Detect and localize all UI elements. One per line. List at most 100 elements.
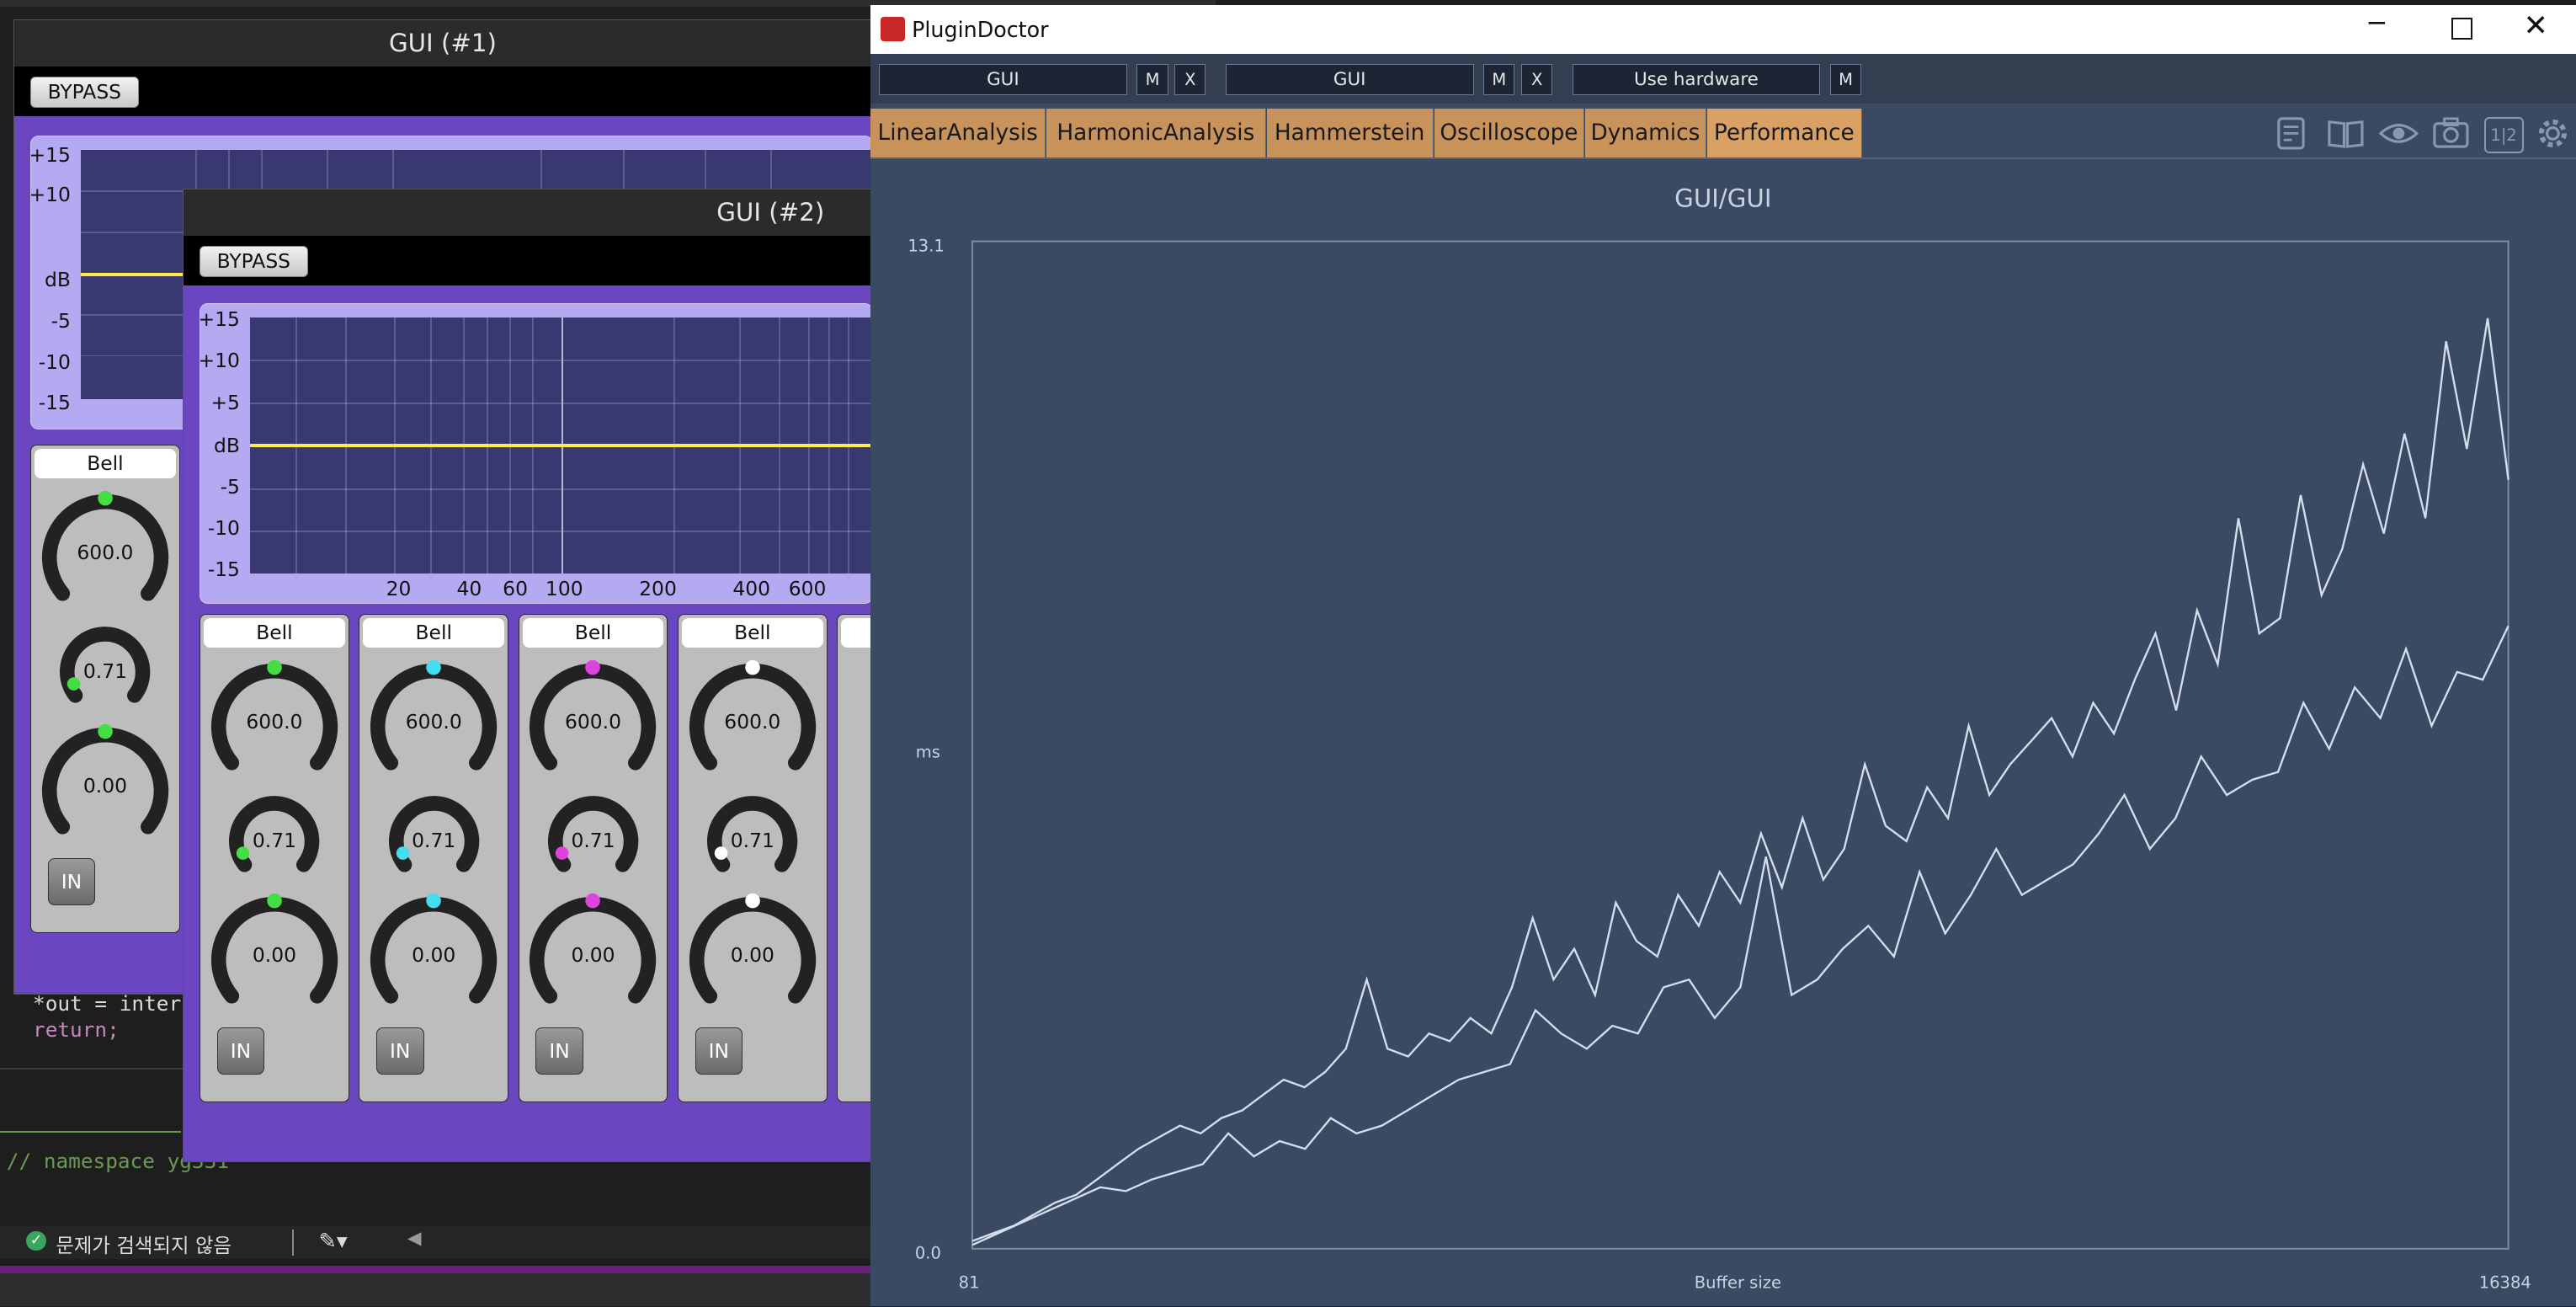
- gain-value: 0.00: [82, 774, 127, 798]
- q-value: 0.71: [730, 828, 774, 852]
- tab-oscilloscope[interactable]: Oscilloscope: [1434, 108, 1585, 158]
- gui-window-2[interactable]: GUI (#2) BYPASS +15 +10 +5 dB -5 -10 -15…: [182, 189, 1358, 1162]
- gain-value: 0.00: [730, 943, 774, 968]
- camera-icon[interactable]: [2431, 114, 2471, 153]
- q-value: 0.71: [82, 659, 127, 683]
- in-button[interactable]: IN: [695, 1027, 743, 1075]
- series-line-2: [971, 626, 2509, 1246]
- ide-bottom-strip: [0, 1273, 871, 1307]
- in-button[interactable]: IN: [216, 1027, 265, 1075]
- freq-value: 600.0: [565, 710, 622, 734]
- band-type-select[interactable]: Bell: [35, 448, 176, 478]
- tab-linear-analysis[interactable]: LinearAnalysis: [870, 108, 1046, 158]
- y-tick-label: -15: [38, 391, 71, 415]
- x-tick-label: 400: [732, 577, 771, 600]
- y-tick-label: -15: [207, 557, 240, 581]
- check-icon: ✓: [26, 1230, 46, 1251]
- y-max-label: 13.1: [908, 237, 945, 256]
- gain-value: 0.00: [571, 943, 615, 968]
- y-tick-label: -10: [207, 515, 240, 540]
- code-line: return;: [33, 1016, 120, 1042]
- y-tick-label: dB: [45, 268, 71, 292]
- minimize-icon[interactable]: ─: [2369, 8, 2385, 39]
- page-layout-icon[interactable]: 1|2: [2483, 116, 2524, 153]
- tab-dynamics[interactable]: Dynamics: [1585, 108, 1706, 158]
- gear-icon[interactable]: [2533, 114, 2573, 153]
- plugin-b-menu-button[interactable]: M: [1483, 64, 1515, 96]
- y-tick-label: +5: [210, 391, 240, 415]
- band-panel[interactable]: Bell 600.0 0.71 0.00 IN: [200, 613, 349, 1102]
- freq-value: 600.0: [405, 710, 462, 734]
- in-button[interactable]: IN: [535, 1027, 583, 1075]
- response-curve: [249, 443, 873, 447]
- performance-chart[interactable]: GUI/GUI 13.1 0.0 ms 81 16384 Buffer size: [870, 159, 2576, 1306]
- band-type-select[interactable]: Bell: [681, 617, 823, 648]
- y-min-label: 0.0: [915, 1244, 941, 1263]
- band-panel[interactable]: Bell 600.0 0.71 0.00 IN: [359, 613, 509, 1102]
- ide-status-bar: ✓ 문제가 검색되지 않음 ✎▾ ◀: [0, 1225, 871, 1259]
- status-text: 문제가 검색되지 않음: [56, 1233, 232, 1257]
- band-type-select[interactable]: Bell: [363, 617, 505, 648]
- plugindoctor-window[interactable]: PluginDoctor ─ ✕ GUI M X GUI M X Use har…: [870, 4, 2576, 1307]
- book-icon[interactable]: [2326, 114, 2366, 153]
- x-tick-label: 40: [456, 577, 482, 600]
- hardware-slot[interactable]: Use hardware: [1572, 64, 1821, 96]
- plugin-b-slot[interactable]: GUI: [1225, 64, 1474, 96]
- bypass-button[interactable]: BYPASS: [200, 245, 308, 277]
- maximize-icon[interactable]: [2451, 18, 2473, 40]
- plot-frame: [971, 240, 2509, 1251]
- series-line-1: [971, 318, 2510, 1243]
- x-axis-label: Buffer size: [1695, 1273, 1781, 1293]
- y-tick-label: +10: [198, 348, 240, 372]
- ide-accent-bar: [0, 1265, 871, 1274]
- title-bar: PluginDoctor ─ ✕: [870, 4, 2576, 55]
- gain-value: 0.00: [412, 943, 456, 968]
- in-button[interactable]: IN: [47, 857, 96, 906]
- x-tick-label: 100: [545, 577, 583, 600]
- plugin-b-remove-button[interactable]: X: [1521, 64, 1553, 96]
- band-panel[interactable]: Bell 600.0 0.71 0.00 IN: [678, 613, 828, 1102]
- hardware-menu-button[interactable]: M: [1829, 64, 1862, 96]
- band-panel[interactable]: Bell 600.0 0.71 0.00 IN: [518, 613, 668, 1102]
- x-tick-label: 600: [788, 577, 827, 600]
- eye-icon[interactable]: [2378, 114, 2419, 153]
- eq-graph[interactable]: +15 +10 +5 dB -5 -10 -15 20 40 60 100 20…: [199, 303, 874, 605]
- band-type-select[interactable]: Bell: [204, 617, 345, 648]
- x-min-label: 81: [959, 1273, 980, 1293]
- y-tick-label: dB: [214, 434, 240, 458]
- q-value: 0.71: [412, 828, 456, 852]
- y-tick-label: -5: [51, 308, 71, 333]
- x-tick-label: 20: [386, 577, 412, 600]
- tab-performance[interactable]: Performance: [1706, 108, 1863, 158]
- code-line: *out = inter: [33, 990, 182, 1016]
- close-icon[interactable]: ✕: [2523, 8, 2547, 43]
- y-tick-label: +10: [29, 182, 71, 206]
- comment-rule: [0, 1130, 181, 1133]
- x-tick-label: 200: [639, 577, 677, 600]
- y-tick-label: +15: [198, 307, 240, 331]
- in-button[interactable]: IN: [375, 1027, 424, 1075]
- graph-area: [249, 317, 873, 574]
- y-tick-label: +15: [29, 142, 71, 167]
- y-axis-label: ms: [916, 743, 940, 762]
- x-tick-label: 60: [503, 577, 528, 600]
- bypass-button[interactable]: BYPASS: [30, 76, 139, 108]
- bypass-bar: BYPASS: [183, 236, 872, 285]
- notes-icon[interactable]: [2274, 114, 2313, 153]
- freq-value: 600.0: [246, 710, 303, 734]
- plugin-a-remove-button[interactable]: X: [1174, 64, 1206, 96]
- tab-hammerstein[interactable]: Hammerstein: [1266, 108, 1434, 158]
- scroll-left-icon[interactable]: ◀: [407, 1228, 422, 1249]
- freq-value: 600.0: [724, 710, 781, 734]
- q-value: 0.71: [571, 828, 615, 852]
- band-panel[interactable]: Bell 600.0 0.71 0.00 IN: [30, 444, 180, 933]
- bypass-bar: BYPASS: [13, 67, 872, 116]
- control-bar: GUI M X GUI M X Use hardware M: [870, 54, 2576, 104]
- band-type-select[interactable]: Bell: [522, 617, 664, 648]
- gain-value: 0.00: [252, 943, 296, 968]
- freq-value: 600.0: [77, 541, 134, 565]
- tab-harmonic-analysis[interactable]: HarmonicAnalysis: [1046, 108, 1266, 158]
- brush-icon[interactable]: ✎▾: [319, 1228, 348, 1253]
- plugin-a-slot[interactable]: GUI: [879, 64, 1127, 96]
- plugin-a-menu-button[interactable]: M: [1136, 64, 1168, 96]
